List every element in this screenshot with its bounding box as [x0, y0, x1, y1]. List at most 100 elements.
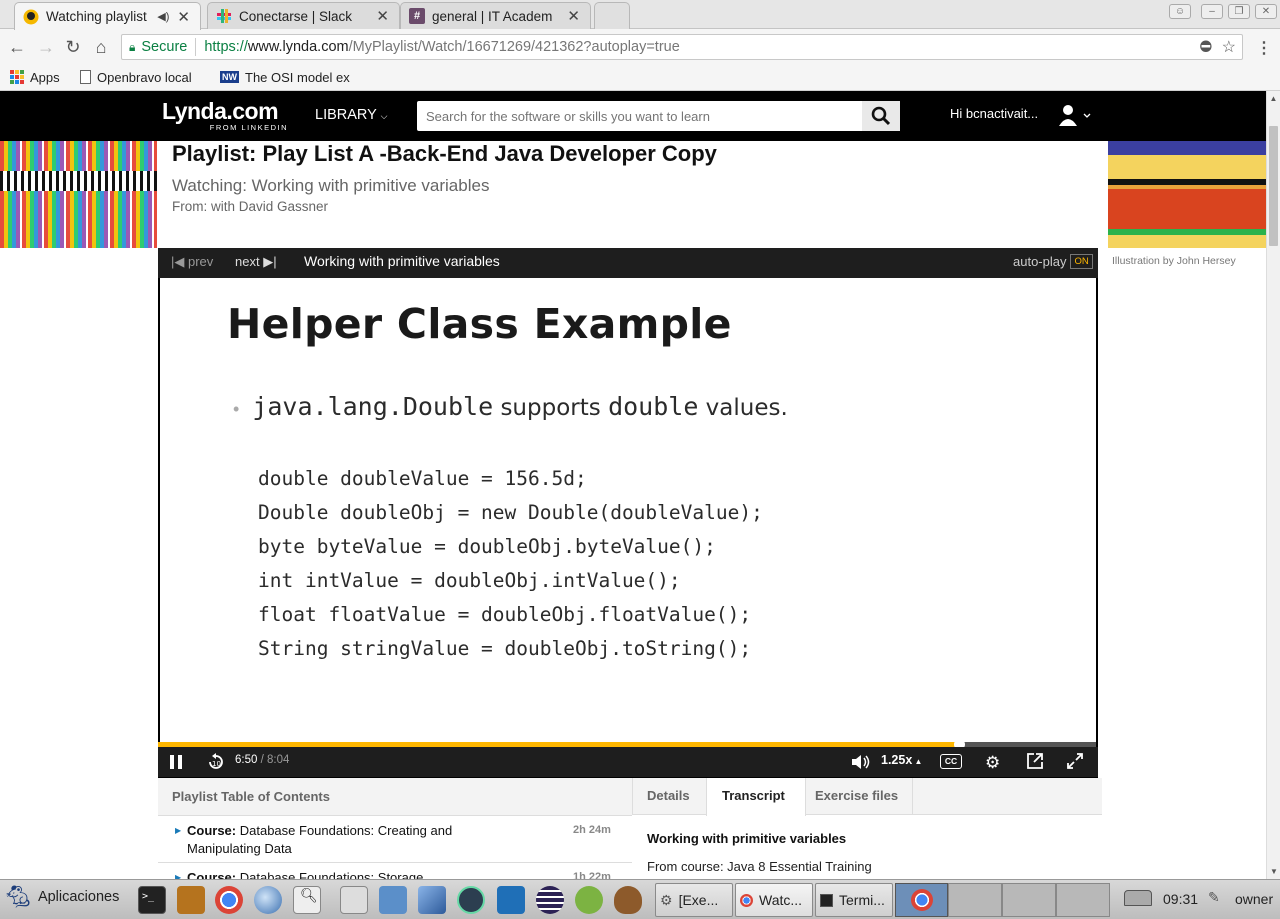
back-arrow-icon[interactable]: ← — [6, 36, 28, 58]
workspace-1[interactable] — [895, 883, 948, 917]
transcript-from-course: From course: Java 8 Essential Training — [647, 859, 872, 874]
address-bar[interactable]: 🔒︎ Secure https:// www.lynda.com /MyPlay… — [121, 34, 1243, 60]
applications-label: Aplicaciones — [37, 889, 120, 905]
time-display: 6:50 / 8:04 — [235, 754, 289, 766]
restore-window-button[interactable]: ❐ — [1228, 4, 1250, 19]
file-manager-launcher-icon[interactable] — [177, 886, 205, 914]
workspace-2[interactable] — [948, 883, 1002, 917]
search-files-launcher-icon[interactable]: 🔍︎ — [293, 886, 321, 914]
code-line: String stringValue = doubleObj.toString(… — [258, 637, 752, 660]
duration: 8:04 — [266, 754, 290, 766]
task-terminal[interactable]: Termi... — [815, 883, 893, 917]
tab-general-it-academy[interactable]: # general | IT Academ ✕ — [400, 2, 591, 29]
fullscreen-icon[interactable] — [1066, 752, 1084, 773]
code-line: int intValue = doubleObj.intValue(); — [258, 569, 681, 592]
virtualbox-launcher-icon[interactable] — [418, 886, 446, 914]
search-button[interactable] — [862, 101, 900, 131]
bullet-text: supports — [493, 395, 609, 421]
library-menu[interactable]: LIBRARY ⌵ — [315, 107, 387, 123]
terminal-launcher-icon[interactable]: >_ — [138, 886, 166, 914]
playlist-toc-panel: Playlist Table of Contents ▶ Course: Dat… — [158, 778, 632, 884]
user-avatar-icon[interactable] — [1058, 104, 1092, 131]
task-label: Watc... — [759, 892, 803, 908]
android-studio-launcher-icon[interactable] — [575, 886, 603, 914]
acorn-launcher-icon[interactable] — [614, 886, 642, 914]
autoplay-label: auto-play — [1013, 254, 1067, 269]
clock[interactable]: 09:31 — [1163, 891, 1198, 907]
forward-arrow-icon[interactable]: → — [35, 36, 57, 58]
network-icon[interactable] — [1124, 890, 1152, 906]
bookmarks-bar: Apps Openbravo local NW The OSI model ex — [0, 65, 1280, 91]
transcript-heading: Working with primitive variables — [647, 831, 847, 846]
bookmark-star-icon[interactable]: ☆ — [1222, 37, 1236, 57]
rewind-10-icon[interactable]: 10 — [206, 752, 226, 775]
blocked-plugin-icon[interactable]: ⛔︎ — [1200, 39, 1212, 55]
expand-caret-icon[interactable]: ▶ — [175, 826, 181, 835]
screenshot-launcher-icon[interactable] — [340, 886, 368, 914]
close-tab-icon[interactable]: ✕ — [376, 7, 389, 25]
volume-icon[interactable] — [850, 753, 872, 774]
svg-text:10: 10 — [212, 760, 221, 768]
lock-icon: 🔒︎ — [129, 39, 136, 54]
new-tab-button[interactable] — [594, 2, 630, 29]
bullet-code: java.lang.Double — [252, 392, 494, 421]
chrome-launcher-icon[interactable] — [215, 886, 243, 914]
close-window-button[interactable]: ✕ — [1255, 4, 1277, 19]
next-label: next — [235, 254, 260, 269]
chrome-menu-icon[interactable]: ⋮ — [1256, 38, 1272, 58]
prev-button[interactable]: |◀ prev — [171, 254, 213, 270]
tab-transcript[interactable]: Transcript — [706, 778, 806, 816]
code-line: float floatValue = doubleObj.floatValue(… — [258, 603, 752, 626]
task-watching[interactable]: Watc... — [735, 883, 813, 917]
web-browser-launcher-icon[interactable] — [254, 886, 282, 914]
lynda-logo[interactable]: Lynda.com FROM LINKEDIN — [162, 100, 288, 133]
search-input[interactable] — [417, 101, 862, 131]
bookmark-apps[interactable]: Apps — [10, 67, 60, 87]
tab-details[interactable]: Details — [647, 788, 690, 803]
scrollbar-thumb[interactable] — [1269, 126, 1278, 246]
workspace-4[interactable] — [1056, 883, 1110, 917]
vscode-launcher-icon[interactable] — [497, 886, 525, 914]
task-exe[interactable]: ⚙ [Exe... — [655, 883, 733, 917]
bookmark-osi-model[interactable]: NW The OSI model ex — [220, 67, 360, 87]
autoplay-toggle[interactable]: auto-play ON — [1013, 254, 1093, 269]
tab-exercise-files[interactable]: Exercise files — [815, 788, 898, 803]
toc-item[interactable]: ▶ Course: Database Foundations: Creating… — [158, 816, 632, 863]
scroll-up-arrow-icon[interactable]: ▲ — [1267, 94, 1280, 103]
lynda-favicon-icon — [23, 9, 39, 25]
applications-menu[interactable]: 🐁︎ Aplicaciones — [4, 884, 119, 910]
user-name[interactable]: owner — [1235, 891, 1273, 907]
slack-channel-favicon-icon: # — [409, 8, 425, 24]
profile-icon[interactable]: ☺ — [1169, 4, 1191, 19]
next-button[interactable]: next ▶| — [235, 254, 277, 270]
popout-icon[interactable] — [1026, 752, 1044, 773]
tab-watching-playlist[interactable]: Watching playlist ◀) ✕ — [14, 2, 201, 30]
os-taskbar: 🐁︎ Aplicaciones >_ 🔍︎ ⚙ [Exe... Watc... T… — [0, 879, 1280, 919]
pause-icon[interactable] — [170, 755, 182, 769]
details-panel: Details Transcript Exercise files Workin… — [632, 778, 1102, 879]
time-separator: / — [257, 754, 267, 766]
bookmark-openbravo[interactable]: Openbravo local — [80, 67, 192, 87]
eclipse-launcher-icon[interactable] — [536, 886, 564, 914]
playback-speed-button[interactable]: 1.25x ▲ — [881, 753, 922, 767]
tab-slack[interactable]: Conectarse | Slack ✕ — [207, 2, 400, 29]
close-tab-icon[interactable]: ✕ — [177, 8, 190, 26]
user-greeting[interactable]: Hi bcnactivait... — [950, 106, 1038, 121]
close-tab-icon[interactable]: ✕ — [567, 7, 580, 25]
scroll-down-arrow-icon[interactable]: ▼ — [1270, 867, 1278, 876]
watching-subtitle: Watching: Working with primitive variabl… — [172, 176, 490, 195]
closed-captions-button[interactable]: CC — [940, 754, 962, 769]
workspace-3[interactable] — [1002, 883, 1056, 917]
reload-icon[interactable]: ↻ — [62, 36, 84, 58]
atom-launcher-icon[interactable] — [457, 886, 485, 914]
decorative-illustration-left — [0, 141, 157, 248]
nw-favicon-icon: NW — [220, 71, 239, 83]
apps-grid-icon — [10, 70, 24, 84]
minimize-window-button[interactable]: – — [1201, 4, 1223, 19]
bullet-dot-icon: • — [233, 399, 240, 419]
folder-launcher-icon[interactable] — [379, 886, 407, 914]
omnibox-divider — [195, 38, 197, 56]
settings-gear-icon[interactable]: ⚙ — [985, 753, 1000, 773]
page-scrollbar[interactable]: ▲ ▼ — [1266, 91, 1280, 879]
home-icon[interactable]: ⌂ — [90, 36, 112, 58]
